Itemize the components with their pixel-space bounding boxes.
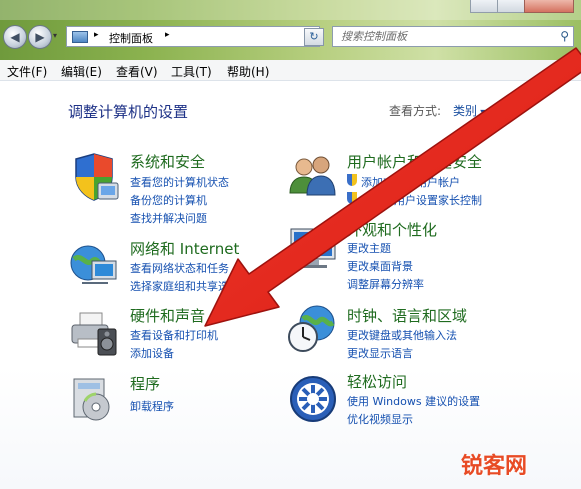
search-input[interactable] <box>341 29 546 44</box>
minimize-button[interactable] <box>470 0 498 13</box>
control-panel-content: 调整计算机的设置 查看方式: 类别 系统和安全 查看您的计算机状态 备份您的计算… <box>0 81 581 489</box>
close-button[interactable] <box>524 0 574 13</box>
link-homegroup-sharing[interactable]: 选择家庭组和共享选项 <box>130 278 240 294</box>
breadcrumb-separator-end[interactable]: ▸ <box>165 30 170 40</box>
forward-button[interactable]: ▶ <box>28 25 52 49</box>
link-change-input-method[interactable]: 更改键盘或其他输入法 <box>347 327 457 343</box>
link-parental-controls[interactable]: 为所有用户设置家长控制 <box>361 192 482 208</box>
link-backup-computer[interactable]: 备份您的计算机 <box>130 192 207 208</box>
refresh-icon: ↻ <box>309 30 319 43</box>
back-button[interactable]: ◀ <box>3 25 27 49</box>
view-by-dropdown[interactable]: 类别 <box>453 102 485 119</box>
network-globe-icon[interactable] <box>68 239 120 291</box>
link-view-computer-status[interactable]: 查看您的计算机状态 <box>130 174 229 190</box>
category-system-security[interactable]: 系统和安全 <box>130 151 205 172</box>
category-user-accounts[interactable]: 用户帐户和家庭安全 <box>347 151 482 172</box>
link-add-remove-accounts[interactable]: 添加或删除用户帐户 <box>361 174 460 190</box>
menu-file[interactable]: 文件(F) <box>7 63 47 80</box>
page-title: 调整计算机的设置 <box>68 103 189 121</box>
control-panel-icon <box>72 31 88 43</box>
link-devices-printers[interactable]: 查看设备和打印机 <box>130 327 218 343</box>
link-network-status[interactable]: 查看网络状态和任务 <box>130 260 229 276</box>
refresh-button[interactable]: ↻ <box>304 28 324 46</box>
programs-icon[interactable] <box>68 373 120 425</box>
uac-shield-icon <box>347 192 357 204</box>
recent-pages-dropdown[interactable]: ▾ <box>53 31 57 40</box>
shield-icon[interactable] <box>68 151 120 203</box>
category-clock-language-region[interactable]: 时钟、语言和区域 <box>347 305 467 326</box>
category-hardware-sound[interactable]: 硬件和声音 <box>130 305 205 326</box>
link-recommended-settings[interactable]: 使用 Windows 建议的设置 <box>347 393 480 409</box>
forward-arrow-icon: ▶ <box>35 30 45 44</box>
menu-bar: 文件(F) 编辑(E) 查看(V) 工具(T) 帮助(H) <box>0 60 581 81</box>
link-add-device[interactable]: 添加设备 <box>130 345 174 361</box>
breadcrumb-control-panel[interactable]: 控制面板 <box>109 30 153 46</box>
link-change-display-language[interactable]: 更改显示语言 <box>347 345 413 361</box>
search-icon[interactable]: ⚲ <box>560 29 569 43</box>
link-uninstall-program[interactable]: 卸载程序 <box>130 398 174 414</box>
view-by-label: 查看方式: <box>389 104 442 118</box>
menu-edit[interactable]: 编辑(E) <box>61 63 102 80</box>
search-box[interactable]: ⚲ <box>332 26 574 47</box>
menu-tools[interactable]: 工具(T) <box>171 63 212 80</box>
link-screen-resolution[interactable]: 调整屏幕分辨率 <box>347 276 424 292</box>
breadcrumb-separator: ▸ <box>94 30 99 40</box>
link-change-background[interactable]: 更改桌面背景 <box>347 258 413 274</box>
category-network-internet[interactable]: 网络和 Internet <box>130 238 239 259</box>
menu-help[interactable]: 帮助(H) <box>227 63 269 80</box>
ease-of-access-icon[interactable] <box>287 373 339 425</box>
window-titlebar: ◀ ▶ ▾ ▸ 控制面板 ▸ ▾ ↻ ⚲ <box>0 0 581 60</box>
category-programs[interactable]: 程序 <box>130 373 160 394</box>
maximize-button[interactable] <box>497 0 525 13</box>
users-icon[interactable] <box>287 151 339 203</box>
watermark-logo: 锐客网 <box>461 454 528 479</box>
link-change-theme[interactable]: 更改主题 <box>347 240 391 256</box>
clock-globe-icon[interactable] <box>287 303 339 355</box>
category-appearance[interactable]: 外观和个性化 <box>347 219 437 240</box>
printer-icon[interactable] <box>68 307 120 359</box>
menu-view[interactable]: 查看(V) <box>116 63 158 80</box>
uac-shield-icon <box>347 174 357 186</box>
address-bar[interactable]: ▸ 控制面板 ▸ ▾ <box>66 26 320 47</box>
link-optimize-display[interactable]: 优化视频显示 <box>347 411 413 427</box>
back-arrow-icon: ◀ <box>10 30 20 44</box>
monitor-icon[interactable] <box>287 221 339 273</box>
link-troubleshoot[interactable]: 查找并解决问题 <box>130 210 207 226</box>
category-ease-of-access[interactable]: 轻松访问 <box>347 371 407 392</box>
